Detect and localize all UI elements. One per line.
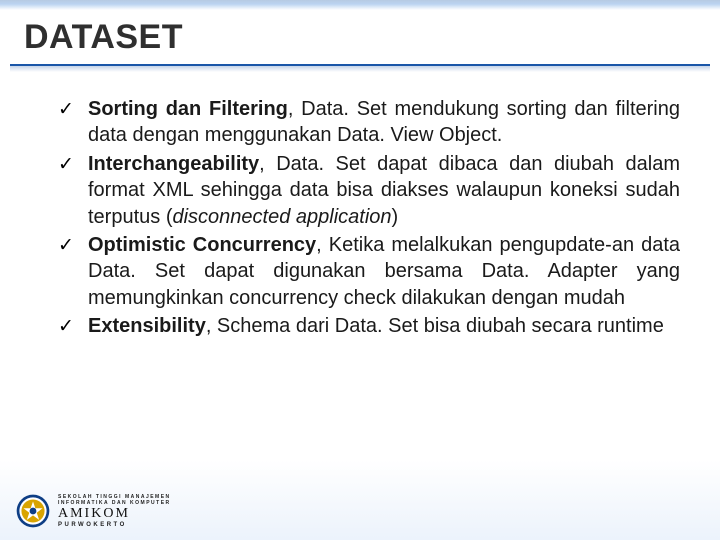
bullet-text: ) — [392, 206, 399, 228]
bullet-label: Extensibility — [88, 315, 206, 337]
list-item: ✓ Optimistic Concurrency, Ketika melalku… — [56, 232, 680, 311]
top-accent-bar — [0, 0, 720, 10]
bullet-label: Optimistic Concurrency — [88, 234, 316, 256]
footer: SEKOLAH TINGGI MANAJEMEN INFORMATIKA DAN… — [16, 494, 171, 528]
slide-title: DATASET — [24, 18, 183, 57]
bullet-italic: disconnected application — [172, 206, 391, 228]
checkmark-icon: ✓ — [58, 97, 74, 122]
content-area: ✓ Sorting dan Filtering, Data. Set mendu… — [56, 96, 680, 342]
checkmark-icon: ✓ — [58, 314, 74, 339]
footer-city: PURWOKERTO — [58, 522, 171, 528]
title-underline — [10, 64, 710, 66]
bullet-text: , Schema dari Data. Set bisa diubah seca… — [206, 315, 664, 337]
checkmark-icon: ✓ — [58, 152, 74, 177]
bullet-list: ✓ Sorting dan Filtering, Data. Set mendu… — [56, 96, 680, 340]
footer-line1: SEKOLAH TINGGI MANAJEMEN — [58, 495, 171, 500]
footer-brand: AMIKOM — [58, 507, 171, 521]
bullet-label: Sorting dan Filtering — [88, 98, 288, 120]
list-item: ✓ Sorting dan Filtering, Data. Set mendu… — [56, 96, 680, 149]
bullet-label: Interchangeability — [88, 153, 259, 175]
footer-text: SEKOLAH TINGGI MANAJEMEN INFORMATIKA DAN… — [58, 495, 171, 528]
list-item: ✓ Extensibility, Schema dari Data. Set b… — [56, 313, 680, 339]
checkmark-icon: ✓ — [58, 233, 74, 258]
list-item: ✓ Interchangeability, Data. Set dapat di… — [56, 151, 680, 230]
footer-line2: INFORMATIKA DAN KOMPUTER — [58, 501, 171, 506]
institution-logo-icon — [16, 494, 50, 528]
